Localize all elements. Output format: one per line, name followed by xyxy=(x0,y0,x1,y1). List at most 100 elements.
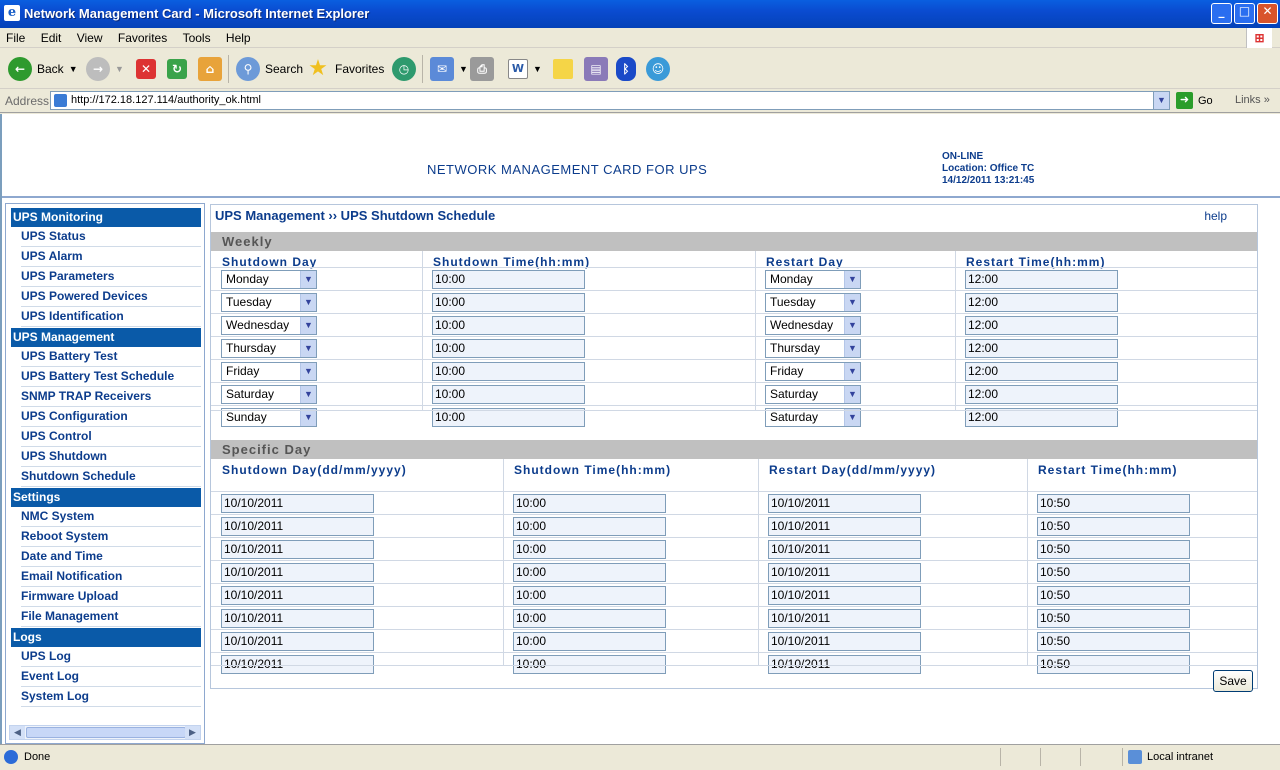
sidebar-item-ups-identification[interactable]: UPS Identification xyxy=(21,307,201,327)
refresh-button[interactable]: ↻ xyxy=(167,55,187,83)
bluetooth-button[interactable]: ᛒ xyxy=(616,55,636,83)
go-button[interactable]: ➜ Go xyxy=(1176,92,1213,109)
chevron-down-icon[interactable]: ▼ xyxy=(844,317,860,334)
restart-day-select[interactable]: Tuesday ▼ xyxy=(765,293,861,312)
minimize-button[interactable]: _ xyxy=(1211,3,1232,24)
messenger-button[interactable]: ☺ xyxy=(646,55,670,83)
sidebar-item-shutdown-schedule[interactable]: Shutdown Schedule xyxy=(21,467,201,487)
scrollbar-thumb[interactable] xyxy=(26,727,186,738)
restart-day-select[interactable]: Monday ▼ xyxy=(765,270,861,289)
shutdown-time-input[interactable]: 10:00 xyxy=(432,270,585,289)
menu-view[interactable]: View xyxy=(71,28,109,48)
shutdown-date-input[interactable]: 10/10/2011 xyxy=(221,563,374,582)
chevron-down-icon[interactable]: ▼ xyxy=(844,271,860,288)
sidebar-item-ups-status[interactable]: UPS Status xyxy=(21,227,201,247)
restart-time-input[interactable]: 10:50 xyxy=(1037,494,1190,513)
edit-dropdown-icon[interactable]: ▼ xyxy=(533,64,542,74)
shutdown-time-input[interactable]: 10:00 xyxy=(513,540,666,559)
shutdown-date-input[interactable]: 10/10/2011 xyxy=(221,517,374,536)
sidebar-item-ups-alarm[interactable]: UPS Alarm xyxy=(21,247,201,267)
sidebar-section-ups-monitoring[interactable]: UPS Monitoring xyxy=(11,208,201,227)
chevron-down-icon[interactable]: ▼ xyxy=(300,409,316,426)
edit-button[interactable]: W ▼ xyxy=(508,55,542,83)
sidebar-item-event-log[interactable]: Event Log xyxy=(21,667,201,687)
research-button[interactable]: ▤ xyxy=(584,55,608,83)
favorites-button[interactable]: ★ Favorites xyxy=(306,55,384,83)
back-button[interactable]: ← Back ▼ xyxy=(8,55,78,83)
sidebar-item-nmc-system[interactable]: NMC System xyxy=(21,507,201,527)
sidebar-section-settings[interactable]: Settings xyxy=(11,488,201,507)
restart-date-input[interactable]: 10/10/2011 xyxy=(768,609,921,628)
sidebar-section-logs[interactable]: Logs xyxy=(11,628,201,647)
notes-button[interactable] xyxy=(553,55,573,83)
shutdown-day-select[interactable]: Thursday ▼ xyxy=(221,339,317,358)
history-button[interactable]: ◷ xyxy=(392,55,416,83)
maximize-button[interactable]: □ xyxy=(1234,3,1255,24)
chevron-down-icon[interactable]: ▼ xyxy=(844,340,860,357)
help-link[interactable]: help xyxy=(1204,209,1227,223)
shutdown-day-select[interactable]: Wednesday ▼ xyxy=(221,316,317,335)
back-dropdown-icon[interactable]: ▼ xyxy=(69,64,78,74)
menu-help[interactable]: Help xyxy=(220,28,257,48)
save-button[interactable]: Save xyxy=(1213,670,1253,692)
restart-day-select[interactable]: Thursday ▼ xyxy=(765,339,861,358)
shutdown-date-input[interactable]: 10/10/2011 xyxy=(221,632,374,651)
menu-favorites[interactable]: Favorites xyxy=(112,28,173,48)
scroll-left-icon[interactable]: ◀ xyxy=(10,726,25,739)
sidebar-item-ups-parameters[interactable]: UPS Parameters xyxy=(21,267,201,287)
restart-date-input[interactable]: 10/10/2011 xyxy=(768,632,921,651)
shutdown-time-input[interactable]: 10:00 xyxy=(432,339,585,358)
restart-time-input[interactable]: 12:00 xyxy=(965,316,1118,335)
shutdown-time-input[interactable]: 10:00 xyxy=(432,362,585,381)
shutdown-day-select[interactable]: Monday ▼ xyxy=(221,270,317,289)
chevron-down-icon[interactable]: ▼ xyxy=(844,363,860,380)
address-input[interactable]: http://172.18.127.114/authority_ok.html … xyxy=(50,91,1170,110)
menu-edit[interactable]: Edit xyxy=(35,28,68,48)
restart-date-input[interactable]: 10/10/2011 xyxy=(768,494,921,513)
shutdown-day-select[interactable]: Tuesday ▼ xyxy=(221,293,317,312)
menu-tools[interactable]: Tools xyxy=(177,28,217,48)
sidebar-item-ups-control[interactable]: UPS Control xyxy=(21,427,201,447)
sidebar-item-ups-shutdown[interactable]: UPS Shutdown xyxy=(21,447,201,467)
chevron-down-icon[interactable]: ▼ xyxy=(300,317,316,334)
restart-time-input[interactable]: 12:00 xyxy=(965,293,1118,312)
chevron-down-icon[interactable]: ▼ xyxy=(844,409,860,426)
restart-time-input[interactable]: 10:50 xyxy=(1037,586,1190,605)
sidebar-item-reboot-system[interactable]: Reboot System xyxy=(21,527,201,547)
shutdown-day-select[interactable]: Friday ▼ xyxy=(221,362,317,381)
restart-time-input[interactable]: 10:50 xyxy=(1037,632,1190,651)
restart-day-select[interactable]: Friday ▼ xyxy=(765,362,861,381)
sidebar-item-system-log[interactable]: System Log xyxy=(21,687,201,707)
restart-day-select[interactable]: Wednesday ▼ xyxy=(765,316,861,335)
address-dropdown-icon[interactable]: ▼ xyxy=(1153,92,1169,109)
restart-time-input[interactable]: 12:00 xyxy=(965,362,1118,381)
sidebar-item-ups-battery-test[interactable]: UPS Battery Test xyxy=(21,347,201,367)
home-button[interactable]: ⌂ xyxy=(198,55,222,83)
shutdown-time-input[interactable]: 10:00 xyxy=(513,494,666,513)
print-button[interactable]: ⎙ xyxy=(470,55,494,83)
shutdown-time-input[interactable]: 10:00 xyxy=(432,293,585,312)
chevron-down-icon[interactable]: ▼ xyxy=(844,386,860,403)
forward-dropdown-icon[interactable]: ▼ xyxy=(115,64,124,74)
chevron-down-icon[interactable]: ▼ xyxy=(300,386,316,403)
restart-time-input[interactable]: 10:50 xyxy=(1037,517,1190,536)
shutdown-time-input[interactable]: 10:00 xyxy=(513,609,666,628)
shutdown-day-select[interactable]: Saturday ▼ xyxy=(221,385,317,404)
chevron-down-icon[interactable]: ▼ xyxy=(300,340,316,357)
restart-time-input[interactable]: 12:00 xyxy=(965,339,1118,358)
shutdown-time-input[interactable]: 10:00 xyxy=(513,586,666,605)
sidebar-item-email-notification[interactable]: Email Notification xyxy=(21,567,201,587)
shutdown-date-input[interactable]: 10/10/2011 xyxy=(221,540,374,559)
restart-date-input[interactable]: 10/10/2011 xyxy=(768,540,921,559)
chevron-down-icon[interactable]: ▼ xyxy=(300,271,316,288)
sidebar-item-date-and-time[interactable]: Date and Time xyxy=(21,547,201,567)
restart-day-select[interactable]: Saturday ▼ xyxy=(765,385,861,404)
restart-time-input[interactable]: 10:50 xyxy=(1037,540,1190,559)
shutdown-time-input[interactable]: 10:00 xyxy=(432,316,585,335)
sidebar-item-ups-log[interactable]: UPS Log xyxy=(21,647,201,667)
search-button[interactable]: ⚲ Search xyxy=(236,55,303,83)
scroll-right-icon[interactable]: ▶ xyxy=(185,726,200,739)
sidebar-item-ups-configuration[interactable]: UPS Configuration xyxy=(21,407,201,427)
restart-date-input[interactable]: 10/10/2011 xyxy=(768,563,921,582)
restart-time-input[interactable]: 12:00 xyxy=(965,270,1118,289)
